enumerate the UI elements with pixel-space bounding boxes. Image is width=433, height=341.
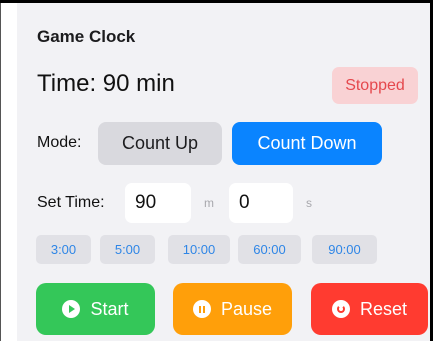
mode-count-down-button[interactable]: Count Down	[232, 122, 382, 165]
reset-icon	[331, 300, 350, 318]
left-border	[0, 0, 1, 341]
start-button-label: Start	[90, 298, 129, 319]
mode-count-up-button[interactable]: Count Up	[98, 122, 222, 165]
preset-10-00-button[interactable]: 10:00	[168, 235, 230, 264]
reset-button[interactable]: Reset	[311, 283, 428, 335]
seconds-input[interactable]: 0	[229, 183, 293, 223]
preset-60-00-button[interactable]: 60:00	[238, 235, 301, 264]
pause-button-label: Pause	[220, 298, 273, 319]
minutes-unit-label: m	[204, 196, 214, 210]
status-badge: Stopped	[332, 67, 418, 104]
preset-3-00-button[interactable]: 3:00	[36, 235, 91, 264]
pause-icon	[192, 300, 211, 318]
pause-button[interactable]: Pause	[173, 283, 292, 335]
mode-label: Mode:	[37, 134, 82, 151]
start-button[interactable]: Start	[36, 283, 155, 335]
reset-button-label: Reset	[359, 298, 408, 319]
set-time-label: Set Time:	[37, 194, 105, 211]
preset-5-00-button[interactable]: 5:00	[100, 235, 155, 264]
time-display: Time: 90 min	[37, 70, 175, 97]
panel-title: Game Clock	[37, 27, 136, 46]
minutes-input[interactable]: 90	[125, 183, 191, 223]
preset-90-00-button[interactable]: 90:00	[312, 235, 377, 264]
game-clock-window: Game Clock Time: 90 min Stopped Mode: Co…	[0, 0, 433, 341]
play-icon	[62, 300, 81, 318]
seconds-unit-label: s	[306, 196, 312, 210]
